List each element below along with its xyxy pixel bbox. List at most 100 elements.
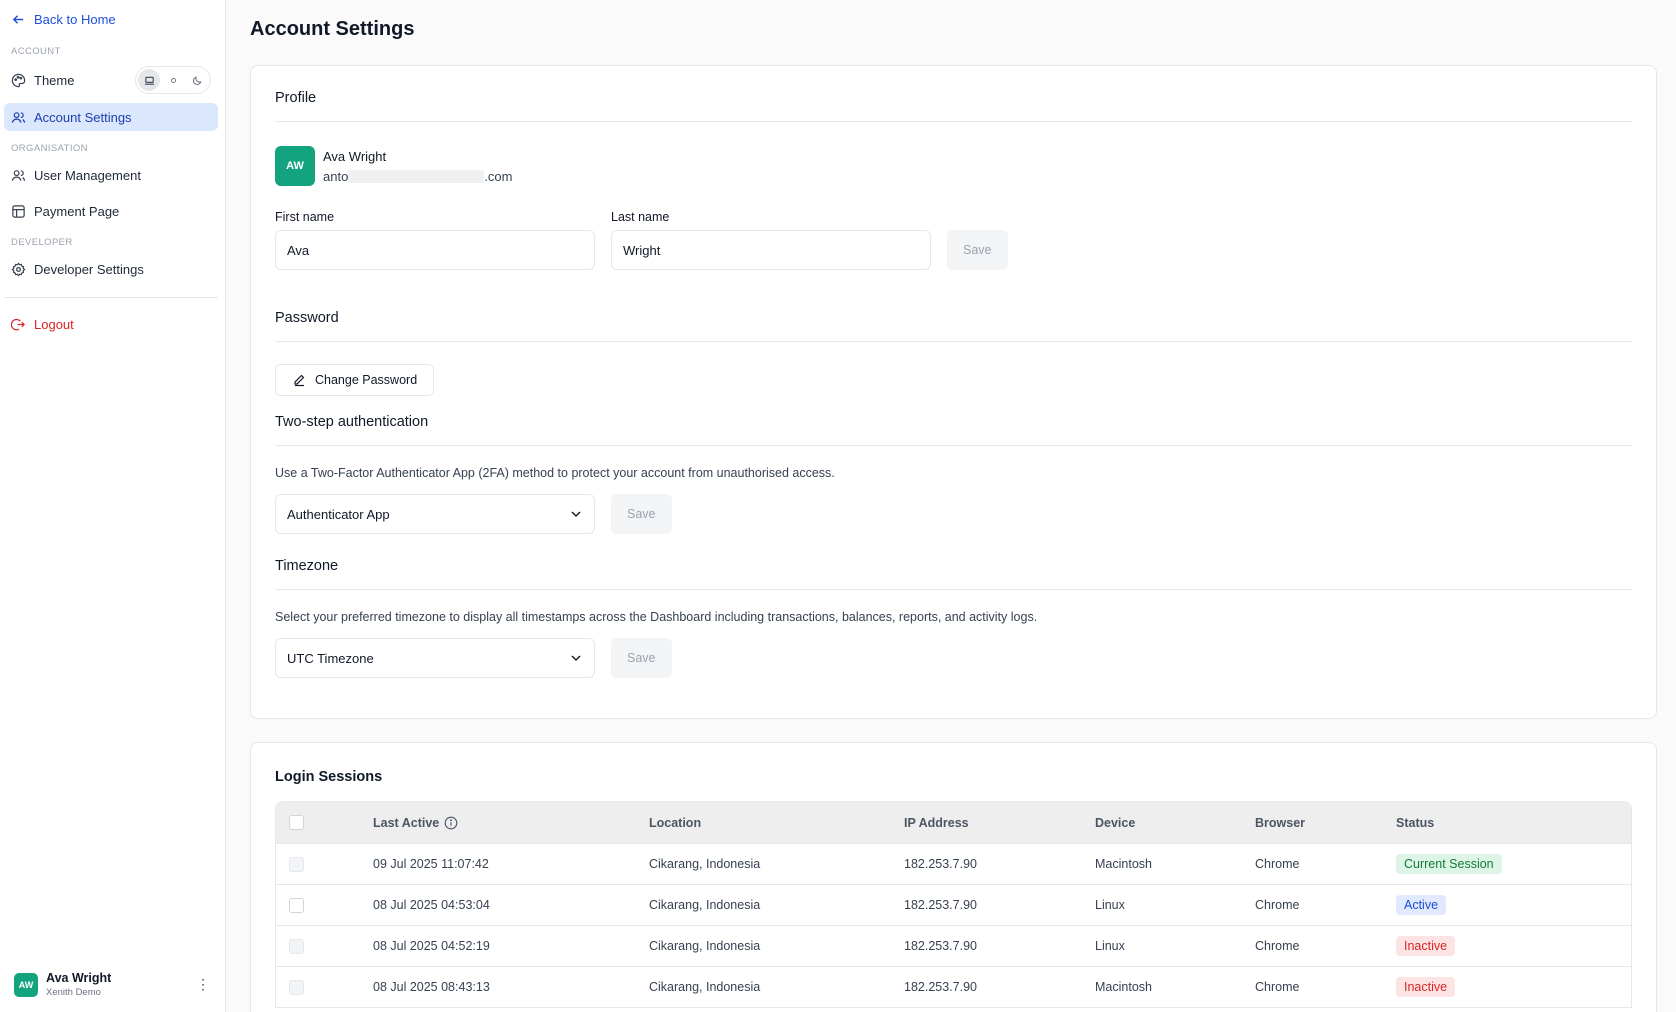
email-redaction (348, 169, 485, 183)
name-fields: First name Ava Last name Wright Save (275, 210, 1632, 270)
sidebar-item-label: Payment Page (34, 203, 120, 219)
table-row: 08 Jul 2025 04:52:19 Cikarang, Indonesia… (276, 925, 1631, 966)
page-title: Account Settings (250, 18, 415, 40)
change-password-label: Change Password (315, 373, 418, 387)
theme-toggle (135, 66, 211, 94)
cell-location: Cikarang, Indonesia (649, 898, 761, 912)
main-content: Account Settings Profile AW Ava Wright a… (226, 0, 1676, 1012)
kebab-menu-icon[interactable]: ⋮ (195, 976, 211, 993)
user-org: Xenith Demo (46, 987, 101, 998)
back-to-home-label: Back to Home (34, 11, 116, 27)
sidebar-item-developer-settings[interactable]: Developer Settings (4, 255, 218, 283)
cell-device: Macintosh (1095, 857, 1152, 871)
pencil-icon (294, 374, 305, 387)
avatar: AW (14, 972, 38, 997)
moon-icon (192, 76, 201, 85)
sidebar-divider (4, 297, 218, 298)
cell-last-active: 08 Jul 2025 04:53:04 (373, 898, 490, 912)
cell-browser: Chrome (1255, 857, 1300, 871)
cell-location: Cikarang, Indonesia (649, 939, 761, 953)
column-location: Location (649, 815, 702, 830)
column-status: Status (1396, 815, 1435, 830)
last-name-field[interactable]: Wright (611, 230, 931, 270)
last-name-label: Last name (611, 210, 670, 224)
arrow-left-icon (12, 14, 24, 24)
timezone-select[interactable]: UTC Timezone (275, 638, 595, 678)
save-profile-button[interactable]: Save (947, 230, 1008, 270)
gear-icon (11, 261, 26, 277)
user-name: Ava Wright (46, 971, 112, 985)
section-label-developer: DEVELOPER (11, 237, 73, 248)
column-ip-address: IP Address (904, 815, 969, 830)
select-all-checkbox[interactable] (289, 815, 304, 830)
sidebar-item-label: User Management (34, 167, 141, 183)
cell-last-active: 09 Jul 2025 11:07:42 (373, 857, 489, 871)
login-sessions-title: Login Sessions (275, 769, 383, 785)
logout-button[interactable]: Logout (4, 310, 218, 338)
column-last-active: Last Active (373, 815, 440, 830)
profile-name: Ava Wright (323, 148, 387, 164)
profile-summary: AW Ava Wright anto .com (275, 146, 1632, 186)
section-label-organisation: ORGANISATION (11, 143, 88, 154)
row-checkbox[interactable] (289, 856, 304, 872)
cell-browser: Chrome (1255, 939, 1300, 953)
chevron-down-icon (571, 655, 581, 661)
theme-label: Theme (34, 72, 75, 88)
theme-system-option[interactable] (138, 69, 160, 91)
sessions-table: Last Active Location IP Address Device B… (275, 801, 1632, 1008)
column-browser: Browser (1255, 815, 1306, 830)
cell-browser: Chrome (1255, 898, 1300, 912)
cell-ip-address: 182.253.7.90 (904, 980, 977, 994)
save-timezone-button[interactable]: Save (611, 638, 672, 678)
two-step-description: Use a Two-Factor Authenticator App (2FA)… (275, 466, 835, 480)
timezone-description: Select your preferred timezone to displa… (275, 610, 1038, 624)
password-section-title: Password (275, 310, 1632, 342)
sidebar-item-account-settings[interactable]: Account Settings (4, 103, 218, 131)
timezone-value: UTC Timezone (287, 650, 374, 666)
row-checkbox[interactable] (289, 979, 304, 995)
theme-dark-option[interactable] (186, 69, 208, 91)
laptop-icon (144, 76, 154, 85)
user-card: AW Ava Wright Xenith Demo ⋮ (14, 971, 211, 998)
sidebar-item-label: Account Settings (34, 109, 132, 125)
status-badge: Inactive (1396, 977, 1456, 997)
change-password-button[interactable]: Change Password (275, 364, 435, 396)
timezone-section-title: Timezone (275, 558, 1632, 590)
cell-ip-address: 182.253.7.90 (904, 939, 977, 953)
section-label-account: ACCOUNT (11, 46, 61, 57)
first-name-label: First name (275, 210, 335, 224)
users-icon (11, 169, 26, 181)
two-step-method-select[interactable]: Authenticator App (275, 494, 595, 534)
sidebar: Back to Home ACCOUNT Theme Account Setti… (0, 0, 226, 1012)
email-prefix: anto (323, 168, 349, 184)
logout-label: Logout (34, 316, 74, 332)
status-badge: Inactive (1396, 936, 1456, 956)
row-checkbox[interactable] (289, 938, 304, 954)
status-badge: Active (1396, 895, 1447, 915)
cell-device: Linux (1095, 939, 1125, 953)
theme-row: Theme (4, 63, 218, 97)
back-to-home-link[interactable]: Back to Home (4, 8, 218, 30)
sidebar-item-payment-page[interactable]: Payment Page (4, 197, 218, 225)
save-two-step-button[interactable]: Save (611, 494, 672, 534)
status-badge: Current Session (1396, 854, 1502, 874)
row-checkbox[interactable] (289, 897, 304, 913)
avatar: AW (275, 146, 315, 186)
profile-email: anto .com (323, 169, 512, 184)
cell-location: Cikarang, Indonesia (649, 980, 761, 994)
first-name-field[interactable]: Ava (275, 230, 595, 270)
cell-device: Macintosh (1095, 980, 1152, 994)
theme-light-option[interactable] (162, 69, 184, 91)
cell-ip-address: 182.253.7.90 (904, 857, 977, 871)
table-header: Last Active Location IP Address Device B… (276, 802, 1631, 843)
email-suffix: .com (484, 168, 513, 184)
sidebar-item-user-management[interactable]: User Management (4, 161, 218, 189)
cell-last-active: 08 Jul 2025 08:43:13 (373, 980, 490, 994)
cell-last-active: 08 Jul 2025 04:52:19 (373, 939, 490, 953)
info-icon[interactable] (444, 816, 458, 830)
cell-browser: Chrome (1255, 980, 1300, 994)
two-step-method-value: Authenticator App (287, 506, 390, 522)
logout-icon (11, 318, 25, 330)
table-icon (12, 204, 25, 218)
users-icon (11, 111, 26, 123)
